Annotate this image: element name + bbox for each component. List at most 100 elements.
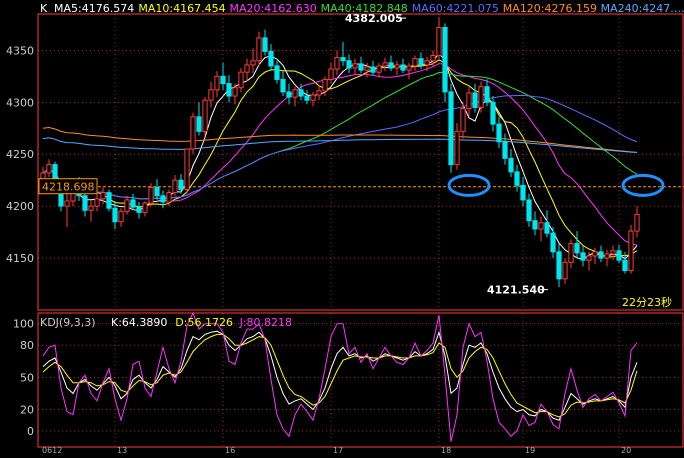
kdj-legend-item: J:80.8218 [239,316,292,329]
candle-body [508,157,514,173]
candle-body [430,55,436,62]
candle-body [208,89,214,101]
candle-body [406,65,412,71]
x-axis-label: 18 [441,446,451,454]
candle-body [148,186,154,204]
chart-root: 4150 4200 4250 4300 4350 0 20 50 80 100 0612 13 16 17… [0,0,684,455]
candle-body [454,130,460,166]
candle-body [154,186,160,197]
candle-body [262,37,268,52]
candle-body [184,148,190,191]
candle-body [328,68,334,80]
candle-body [604,253,610,259]
candle-body [484,86,490,103]
price-y-tick: 4150 [6,252,34,265]
candle-body [376,65,382,73]
candle-body [574,243,580,254]
candle-body [544,222,550,234]
candle-body [562,261,568,280]
kdj-y-tick: 20 [20,403,34,416]
kdj-y-tick: 50 [20,371,34,384]
candle-body [478,86,484,108]
candle-body [94,198,100,207]
candle-body [568,243,574,263]
candle-body [400,64,406,71]
candle-body [358,63,364,71]
candle-body [286,91,292,98]
candle-body [178,179,184,191]
candle-body [490,101,496,125]
candle-body [412,58,418,67]
price-y-tick: 4300 [6,96,34,109]
kdj-legend-item: K:64.3890 [111,316,167,329]
candle-body [136,206,142,213]
x-axis-label: 19 [525,446,535,454]
candle-body [112,207,118,223]
candle-body [82,195,88,211]
candle-body [88,205,94,211]
kdj-y-tick: 0 [27,425,34,438]
candle-body [142,202,148,213]
ma-legend-item: MA5:4176.574 [54,2,134,15]
price-y-tick: 4250 [6,148,34,161]
candle-body [616,250,622,261]
candle-body [238,71,244,89]
x-axis-label: 17 [333,446,343,454]
x-axis-label: 20 [621,446,631,454]
candle-body [388,62,394,69]
kdj-y-tick: 80 [20,339,34,352]
price-y-tick: 4200 [6,200,34,213]
candle-body [496,123,502,143]
candle-body [592,251,598,257]
candle-body [310,94,316,101]
candle-body [166,192,172,203]
candle-body [586,255,592,261]
candle-body [610,250,616,255]
low-price-label: 4121.540 [487,284,545,297]
candle-body [532,220,538,230]
candle-body [280,78,286,93]
kdj-legend-item: KDJ(9,3,3) [40,316,96,329]
candle-body [64,200,70,207]
price-panel-prefix: K [40,2,48,15]
candle-body [334,57,340,70]
candle-body [364,66,370,71]
candle-body [268,50,274,67]
ma-legend-item: MA40:4182.848 [321,2,408,15]
price-y-tick: 4350 [6,44,34,57]
candle-body [538,222,544,230]
candle-body [100,192,106,200]
candle-body [436,27,442,57]
countdown-label: 22分23秒 [622,295,672,309]
candle-body [130,199,136,208]
candle-body [220,75,226,85]
candle-body [214,75,220,91]
candle-body [370,66,376,73]
candle-body [442,27,448,93]
ma-legend-item: MA60:4221.075 [412,2,499,15]
ma-legend-item: MA120:4276.159 [503,2,597,15]
ma-legend-item: MA240:4247.… [601,2,684,15]
candle-body [520,184,526,201]
ma-legend-item: MA20:4162.630 [230,2,317,15]
candle-body [448,91,454,166]
x-axis-label: 16 [225,446,235,454]
candle-body [580,252,586,261]
candle-body [418,58,424,66]
reference-label: 4218.698 [42,181,95,194]
kline-chart: 4150 4200 4250 4300 4350 0 20 50 80 100 0612 13 16 17… [0,0,684,455]
candle-body [196,116,202,132]
candle-body [244,64,250,73]
x-axis-label: 13 [117,446,127,454]
kdj-legend-item: D:56.1726 [175,316,233,329]
candle-body [160,195,166,203]
candle-body [628,230,634,272]
candle-body [256,37,262,62]
candle-body [394,64,400,69]
candle-body [382,62,388,67]
candle-body [466,92,472,110]
candle-body [202,99,208,132]
candle-body [340,57,346,62]
candle-body [526,199,532,222]
candle-body [292,89,298,98]
